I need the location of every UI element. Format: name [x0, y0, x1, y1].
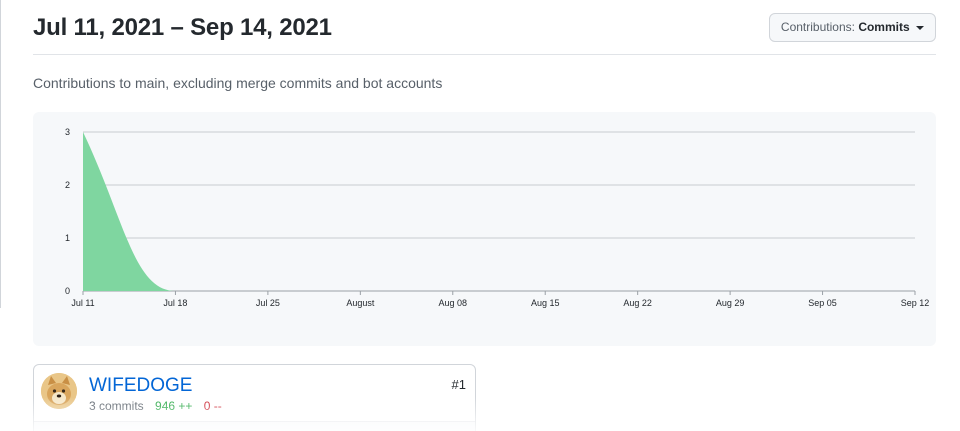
- x-tick-label: Sep 05: [808, 298, 837, 308]
- contributor-rank: #1: [451, 377, 466, 392]
- commits-area-series: [83, 132, 915, 291]
- chart-subtitle: Contributions to main, excluding merge c…: [33, 75, 443, 91]
- contributions-value: Commits: [858, 20, 910, 34]
- x-tick-label: Aug 15: [531, 298, 560, 308]
- x-tick-label: Jul 25: [256, 298, 280, 308]
- x-tick-label: Aug 29: [716, 298, 745, 308]
- x-tick-label: Jul 11: [71, 298, 94, 308]
- contributor-username-link[interactable]: WIFEDOGE: [89, 375, 192, 397]
- left-divider: [0, 0, 1, 308]
- y-tick-label: 1: [65, 233, 70, 243]
- contributions-dropdown-button[interactable]: Contributions: Commits: [768, 13, 936, 42]
- y-tick-label: 3: [65, 127, 70, 137]
- x-tick-label: Aug 22: [623, 298, 652, 308]
- dog-avatar-icon: [41, 373, 77, 409]
- contributor-card: WIFEDOGE #1 3 commits 946 ++ 0 --: [33, 364, 476, 431]
- page-header: Jul 11, 2021 – Sep 14, 2021 Contribution…: [33, 0, 936, 55]
- x-tick-label: Aug 08: [439, 298, 468, 308]
- commit-count: 3 commits: [89, 399, 144, 413]
- x-tick-label: Sep 12: [901, 298, 930, 308]
- avatar[interactable]: [41, 373, 77, 409]
- x-tick-label: August: [346, 298, 375, 308]
- contributions-label: Contributions:: [780, 20, 855, 34]
- caret-down-icon: [916, 25, 924, 30]
- contributions-chart: 0 1 2 3 Jul 11 Jul 18 Jul 25 August Aug 08 Aug 15…: [33, 112, 936, 346]
- contributor-stats: 3 commits 946 ++ 0 --: [89, 399, 222, 413]
- deletions-count: 0 --: [203, 399, 222, 413]
- contributor-mini-chart: [34, 421, 475, 431]
- additions-count: 946 ++: [155, 399, 193, 413]
- x-tick-label: Jul 18: [163, 298, 187, 308]
- date-range-title: Jul 11, 2021 – Sep 14, 2021: [33, 14, 332, 41]
- y-tick-label: 0: [65, 286, 70, 296]
- y-tick-label: 2: [65, 180, 70, 190]
- chart-svg: 0 1 2 3 Jul 11 Jul 18 Jul 25 August Aug 08 Aug 15…: [65, 127, 930, 308]
